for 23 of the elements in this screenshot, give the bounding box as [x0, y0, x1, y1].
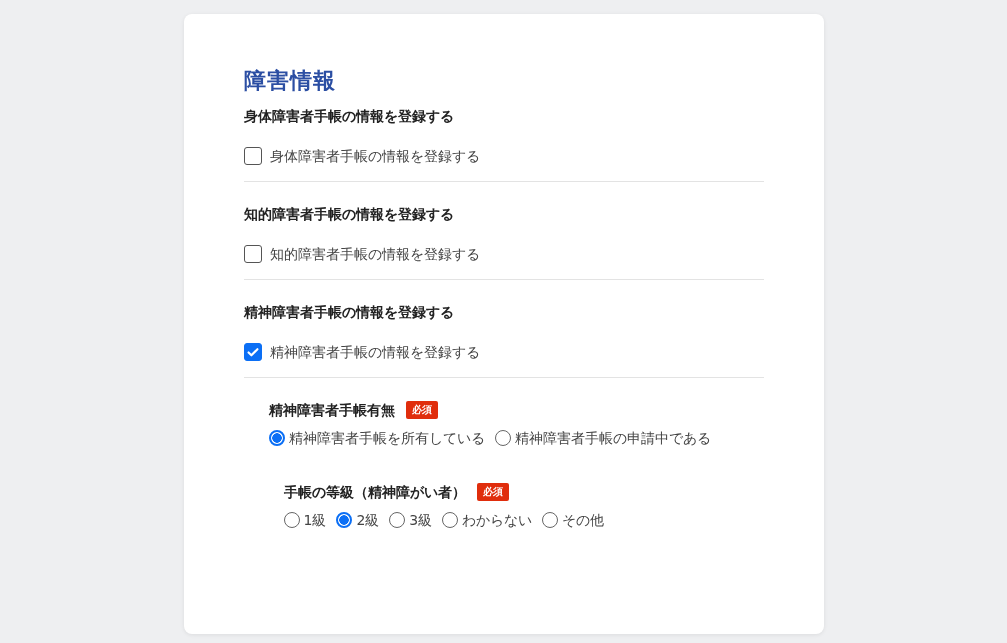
- radio-label[interactable]: 精神障害者手帳の申請中である: [514, 428, 711, 448]
- checkbox-label[interactable]: 精神障害者手帳の情報を登録する: [269, 342, 480, 362]
- section-heading: 身体障害者手帳の情報を登録する: [243, 107, 455, 126]
- field-label: 手帳の等級（精神障がい者）: [283, 483, 466, 502]
- radio-button[interactable]: [336, 512, 353, 528]
- page-title: 障害情報: [243, 67, 337, 95]
- radio-label[interactable]: わからない: [462, 510, 533, 530]
- radio-button[interactable]: [268, 430, 285, 446]
- field-label: 精神障害者手帳有無: [268, 401, 395, 420]
- section-heading: 知的障害者手帳の情報を登録する: [243, 205, 455, 224]
- checkbox[interactable]: [243, 147, 262, 165]
- radio-label[interactable]: その他: [562, 510, 605, 530]
- radio-label[interactable]: 1級: [303, 510, 327, 530]
- checkbox[interactable]: [243, 343, 262, 361]
- radio-label[interactable]: 3級: [409, 510, 433, 530]
- checkbox-label[interactable]: 知的障害者手帳の情報を登録する: [269, 244, 480, 264]
- required-badge: 必須: [405, 401, 438, 419]
- radio-label[interactable]: 2級: [356, 510, 380, 530]
- radio-label[interactable]: 精神障害者手帳を所有している: [288, 428, 485, 448]
- checkbox[interactable]: [243, 245, 262, 263]
- checkbox-label[interactable]: 身体障害者手帳の情報を登録する: [269, 146, 480, 166]
- required-badge: 必須: [476, 483, 509, 501]
- section-heading: 精神障害者手帳の情報を登録する: [243, 303, 455, 322]
